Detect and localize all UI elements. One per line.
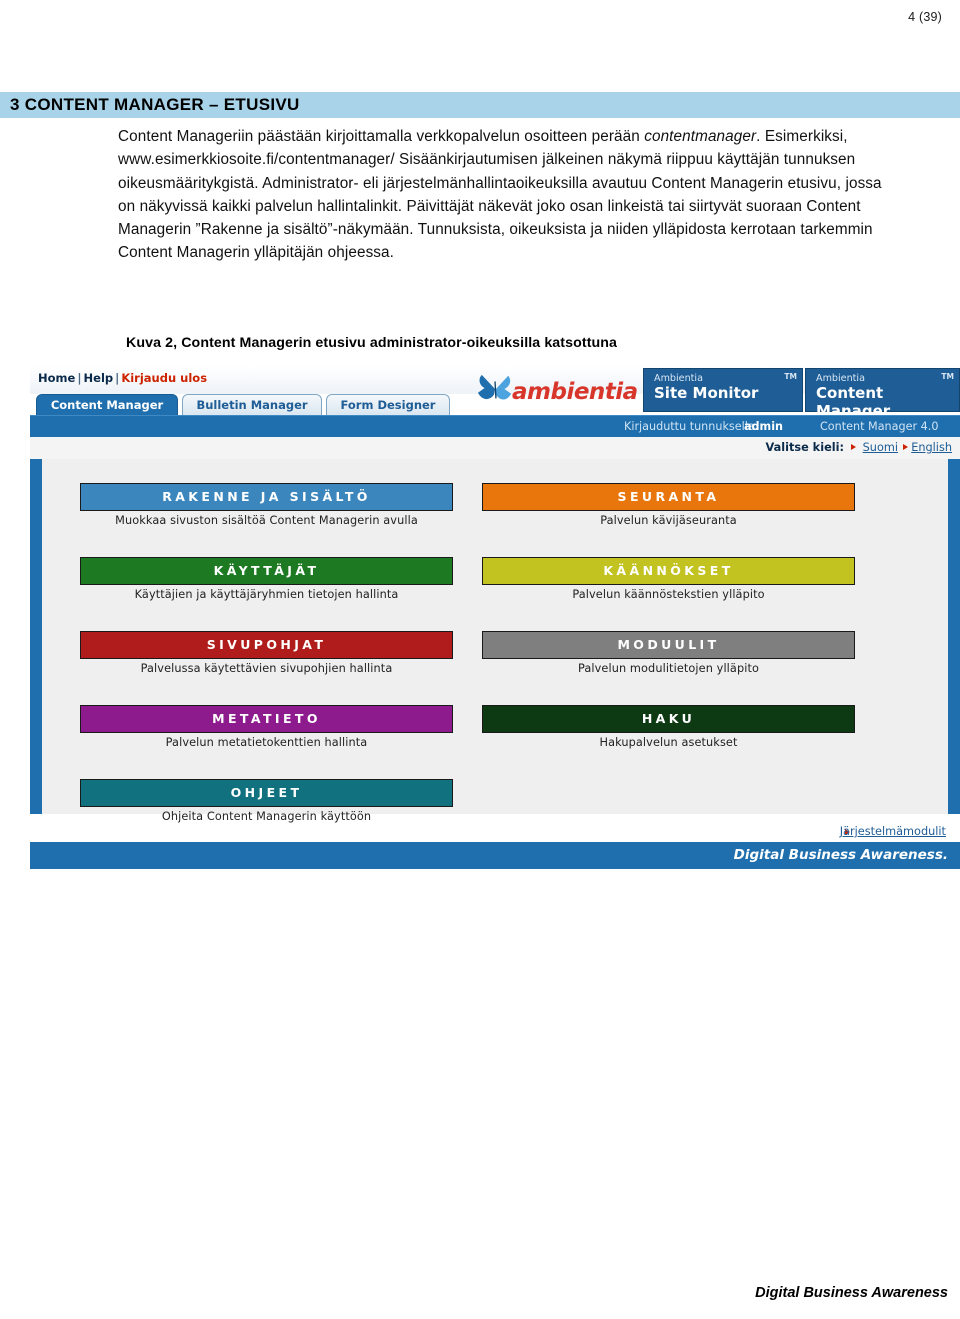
tile-moduulit[interactable]: MODUULIT Palvelun modulitietojen ylläpit… bbox=[482, 631, 855, 675]
tile-seuranta[interactable]: SEURANTA Palvelun kävijäseuranta bbox=[482, 483, 855, 527]
tile-subtitle-sivupohjat: Palvelussa käytettävien sivupohjien hall… bbox=[140, 662, 393, 675]
tile-subtitle-moduulit: Palvelun modulitietojen ylläpito bbox=[577, 662, 759, 675]
tile-subtitle-ohjeet: Ohjeita Content Managerin käyttöön bbox=[161, 810, 372, 823]
left-rail bbox=[30, 459, 42, 814]
tile-title-rakenne[interactable]: RAKENNE JA SISÄLTÖ bbox=[80, 483, 453, 511]
system-modules-link[interactable]: Järjestelmämodulit bbox=[840, 825, 946, 838]
tile-subtitle-haku: Hakupalvelun asetukset bbox=[599, 736, 738, 749]
tab-form-designer[interactable]: Form Designer bbox=[326, 394, 450, 416]
page-number: 4 (39) bbox=[908, 10, 942, 24]
site-monitor-name: Site Monitor bbox=[654, 384, 759, 402]
right-rail bbox=[948, 459, 960, 814]
tile-subtitle-rakenne: Muokkaa sivuston sisältöä Content Manage… bbox=[115, 514, 418, 527]
trademark-icon-cm: TM bbox=[941, 372, 954, 381]
tile-ohjeet[interactable]: OHJEET Ohjeita Content Managerin käyttöö… bbox=[80, 779, 453, 823]
tile-kayttajat[interactable]: KÄYTTÄJÄT Käyttäjien ja käyttäjäryhmien … bbox=[80, 557, 453, 601]
product-badge-content-manager: Ambientia Content Manager TM bbox=[805, 368, 960, 420]
tile-subtitle-kaannokset: Palvelun käännöstekstien ylläpito bbox=[572, 588, 765, 601]
utility-separator-1: | bbox=[77, 371, 82, 385]
login-status-label: Kirjauduttu tunnuksella: bbox=[624, 420, 759, 433]
tab-content-manager[interactable]: Content Manager bbox=[36, 394, 178, 416]
site-monitor-brand: Ambientia bbox=[654, 373, 703, 384]
app-status-bar: Kirjauduttu tunnuksella: admin Content M… bbox=[30, 415, 960, 438]
bullet-arrow-icon-english bbox=[903, 444, 908, 450]
app-slogan: Digital Business Awareness. bbox=[733, 847, 948, 863]
paragraph-part-1: Content Manageriin päästään kirjoittamal… bbox=[118, 128, 645, 145]
home-link[interactable]: Home bbox=[38, 371, 75, 385]
product-badge-site-monitor: Ambientia Site Monitor TM bbox=[643, 368, 803, 412]
tile-sivupohjat[interactable]: SIVUPOHJAT Palvelussa käytettävien sivup… bbox=[80, 631, 453, 675]
tile-title-sivupohjat[interactable]: SIVUPOHJAT bbox=[80, 631, 453, 659]
section-heading-band: 3 CONTENT MANAGER – ETUSIVU bbox=[0, 92, 960, 118]
paragraph-emphasis: contentmanager bbox=[644, 128, 757, 145]
language-link-english[interactable]: English bbox=[911, 441, 952, 454]
language-label: Valitse kieli: bbox=[765, 441, 844, 454]
figure-caption: Kuva 2, Content Managerin etusivu admini… bbox=[126, 335, 618, 351]
utility-links: Home | Help | Kirjaudu ulos bbox=[38, 371, 207, 385]
tile-haku[interactable]: HAKU Hakupalvelun asetukset bbox=[482, 705, 855, 749]
bullet-arrow-icon-suomi bbox=[851, 444, 856, 450]
butterfly-icon bbox=[478, 374, 512, 400]
language-selector-row: Valitse kieli: Suomi English bbox=[30, 437, 960, 460]
tile-subtitle-kayttajat: Käyttäjien ja käyttäjäryhmien tietojen h… bbox=[134, 588, 399, 601]
ambientia-wordmark: ambientia bbox=[512, 379, 638, 405]
tile-title-metatieto[interactable]: METATIETO bbox=[80, 705, 453, 733]
figure-screenshot: Home | Help | Kirjaudu ulos ambientia Ambien… bbox=[30, 366, 960, 869]
section-heading-text: 3 CONTENT MANAGER – ETUSIVU bbox=[10, 95, 300, 114]
tile-subtitle-metatieto: Palvelun metatietokenttien hallinta bbox=[165, 736, 368, 749]
tile-title-haku[interactable]: HAKU bbox=[482, 705, 855, 733]
ambientia-logo: ambientia bbox=[460, 366, 660, 412]
tile-kaannokset[interactable]: KÄÄNNÖKSET Palvelun käännöstekstien yllä… bbox=[482, 557, 855, 601]
tile-title-moduulit[interactable]: MODUULIT bbox=[482, 631, 855, 659]
tile-rakenne-ja-sisalto[interactable]: RAKENNE JA SISÄLTÖ Muokkaa sivuston sisä… bbox=[80, 483, 453, 527]
login-username: admin bbox=[744, 420, 784, 433]
tile-title-kaannokset[interactable]: KÄÄNNÖKSET bbox=[482, 557, 855, 585]
language-link-suomi[interactable]: Suomi bbox=[863, 441, 898, 454]
app-version: Content Manager 4.0 bbox=[820, 420, 939, 433]
tile-subtitle-seuranta: Palvelun kävijäseuranta bbox=[600, 514, 737, 527]
tile-title-seuranta[interactable]: SEURANTA bbox=[482, 483, 855, 511]
help-link[interactable]: Help bbox=[84, 371, 114, 385]
trademark-icon-sm: TM bbox=[784, 372, 797, 381]
document-footer: Digital Business Awareness bbox=[755, 1285, 948, 1301]
tile-title-ohjeet[interactable]: OHJEET bbox=[80, 779, 453, 807]
paragraph-part-3: . Esimerkiksi, www.esimerkkiosoite.fi/co… bbox=[118, 128, 882, 262]
tile-title-kayttajat[interactable]: KÄYTTÄJÄT bbox=[80, 557, 453, 585]
tile-metatieto[interactable]: METATIETO Palvelun metatietokenttien hal… bbox=[80, 705, 453, 749]
app-footer: Digital Business Awareness. bbox=[30, 842, 960, 869]
content-manager-brand: Ambientia bbox=[816, 373, 865, 384]
dashboard-canvas: RAKENNE JA SISÄLTÖ Muokkaa sivuston sisä… bbox=[42, 459, 948, 823]
tab-bulletin-manager[interactable]: Bulletin Manager bbox=[182, 394, 322, 416]
body-paragraph: Content Manageriin päästään kirjoittamal… bbox=[118, 125, 888, 265]
logout-link[interactable]: Kirjaudu ulos bbox=[121, 371, 207, 385]
